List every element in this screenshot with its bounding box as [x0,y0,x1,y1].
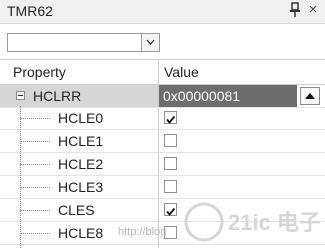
watermark-blog-text: http://blog [118,226,167,238]
watermark-logo: 21ic 电子网 [184,202,320,242]
tree-branch [20,141,50,142]
cles-checkbox[interactable] [164,203,177,216]
collapse-icon[interactable] [16,91,25,100]
property-name: HCLRR [33,88,82,104]
tree-branch [20,210,50,211]
hcle2-checkbox[interactable] [164,157,177,170]
property-name: HCLE3 [58,179,104,195]
chevron-down-icon [146,39,155,45]
tree-line [20,106,21,248]
filter-dropdown[interactable] [7,33,160,52]
property-name: HCLE8 [58,225,104,241]
grid-header: Property Value [0,60,325,85]
property-name: HCLE1 [58,133,104,149]
hcle0-checkbox[interactable] [164,111,177,124]
tree-branch [20,118,50,119]
tree-branch [20,187,50,188]
property-name: HCLE2 [58,156,104,172]
hcle1-checkbox[interactable] [164,134,177,147]
window-title: TMR62 [7,3,53,19]
pin-icon[interactable] [289,2,301,18]
check-icon [166,207,176,216]
triangle-up-icon [305,93,315,99]
check-icon [166,115,176,124]
property-name: CLES [58,202,95,218]
tree-branch [20,164,50,165]
property-row-hclrr[interactable]: HCLRR 0x00000081 [0,85,325,108]
close-icon: × [308,1,318,18]
title-bar: TMR62 × [0,0,325,24]
property-name: HCLE0 [58,110,104,126]
property-value-field[interactable]: 0x00000081 [159,85,297,107]
watermark-site-text: 21ic 电子网 [228,210,320,235]
value-column-header[interactable]: Value [164,64,199,80]
toolbar [0,24,325,60]
dropdown-button[interactable] [141,34,159,51]
tree-branch [20,233,50,234]
value-dropdown-button[interactable] [300,87,320,105]
close-button[interactable]: × [306,1,320,19]
hcle3-checkbox[interactable] [164,180,177,193]
property-column-header[interactable]: Property [13,64,66,80]
